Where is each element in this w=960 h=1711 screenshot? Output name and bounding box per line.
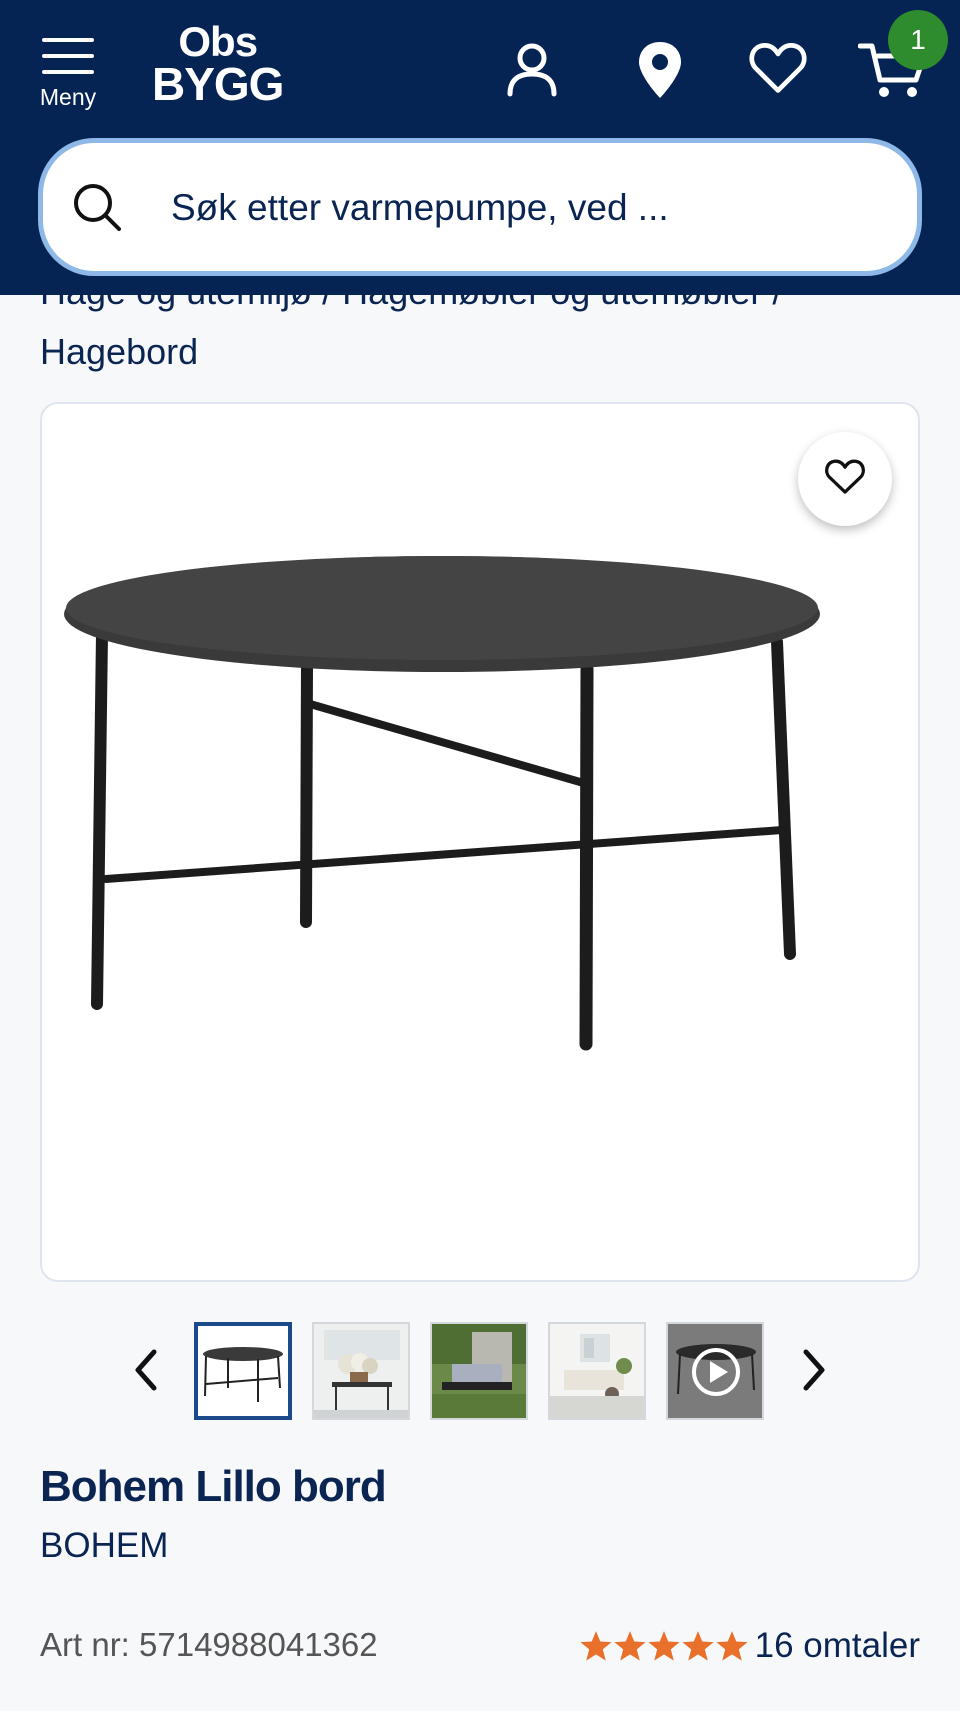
menu-button[interactable]: Meny	[36, 38, 100, 111]
store-location-icon[interactable]	[628, 38, 692, 107]
top-header: Meny Obs BYGG 1	[0, 0, 960, 295]
hamburger-icon	[42, 38, 94, 74]
thumbnail-1[interactable]	[194, 1322, 292, 1420]
search-icon	[71, 181, 123, 238]
article-number: Art nr: 5714988041362	[40, 1626, 378, 1663]
thumbnail-video[interactable]	[666, 1322, 764, 1420]
search-input[interactable]	[171, 173, 871, 243]
thumbnail-4[interactable]	[548, 1322, 646, 1420]
breadcrumb-current[interactable]: Hagebord	[40, 331, 198, 372]
product-title: Bohem Lillo bord	[40, 1462, 387, 1511]
search-bar[interactable]	[38, 138, 922, 276]
obs-bygg-logo[interactable]: Obs BYGG	[152, 18, 284, 110]
thumbnail-strip	[0, 1322, 960, 1422]
logo-line-1: Obs	[178, 18, 258, 65]
cart-count-badge: 1	[888, 10, 948, 70]
logo-line-2: BYGG	[152, 58, 284, 110]
star-icon	[716, 1631, 748, 1661]
star-icon	[648, 1631, 680, 1661]
chevron-right-icon[interactable]	[800, 1346, 830, 1399]
product-rating[interactable]: 16 omtaler	[579, 1626, 920, 1666]
product-image-table	[64, 556, 820, 1051]
heart-icon	[824, 458, 866, 501]
reviews-link[interactable]: 16 omtaler	[755, 1626, 920, 1666]
star-icon	[614, 1631, 646, 1661]
favorites-heart-icon[interactable]	[748, 38, 808, 103]
star-icon	[682, 1631, 714, 1661]
chevron-left-icon[interactable]	[130, 1346, 160, 1399]
account-icon[interactable]	[500, 38, 564, 107]
product-brand[interactable]: BOHEM	[40, 1526, 168, 1566]
menu-label: Meny	[39, 84, 97, 110]
rating-stars	[579, 1629, 749, 1663]
star-icon	[580, 1631, 612, 1661]
product-image-gallery[interactable]	[40, 402, 920, 1282]
thumbnail-3[interactable]	[430, 1322, 528, 1420]
add-to-favorites-button[interactable]	[798, 432, 892, 526]
thumbnail-2[interactable]	[312, 1322, 410, 1420]
